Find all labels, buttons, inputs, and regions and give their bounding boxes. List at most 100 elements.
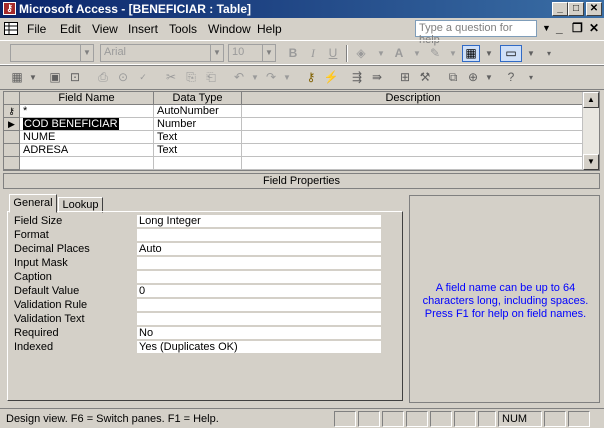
table-window-icon[interactable]: [4, 22, 20, 36]
data-type-cell[interactable]: [154, 157, 242, 170]
field-name-cell[interactable]: ADRESA: [20, 144, 154, 157]
description-cell[interactable]: [242, 105, 585, 118]
minimize-icon[interactable]: _: [552, 2, 568, 16]
validation-rule-value[interactable]: [137, 299, 381, 312]
copy-icon[interactable]: ⎘: [182, 69, 200, 86]
redo-dropdown-icon[interactable]: ▼: [278, 69, 296, 86]
data-type-cell[interactable]: AutoNumber: [154, 105, 242, 118]
description-cell[interactable]: [242, 131, 585, 144]
required-value[interactable]: No: [137, 327, 381, 340]
vertical-scrollbar[interactable]: ▲ ▼: [582, 92, 599, 170]
description-cell[interactable]: [242, 157, 585, 170]
doc-restore-icon[interactable]: ❐: [572, 21, 583, 35]
current-row-arrow-icon[interactable]: ▶: [4, 118, 20, 131]
column-header-description[interactable]: Description: [242, 92, 585, 105]
help-text: A field name can be up to 64 characters …: [422, 282, 589, 320]
special-effect-icon[interactable]: ▭: [500, 45, 522, 62]
indexes-icon[interactable]: ⚡: [322, 69, 340, 86]
view-dropdown-icon[interactable]: ▼: [24, 69, 42, 86]
menu-edit[interactable]: Edit: [60, 22, 81, 36]
underline-button[interactable]: U: [324, 45, 342, 62]
help-icon[interactable]: ?: [502, 69, 520, 86]
selected-field-name[interactable]: COD BENEFICIAR: [23, 118, 119, 130]
formatting-toolbar: ▼ Arial ▼ 10 ▼ B I U ◈ ▼ A ▼ ✎ ▼ ▦ ▼ ▭ ▼ ▾: [0, 40, 604, 66]
column-header-data-type[interactable]: Data Type: [154, 92, 242, 105]
data-type-cell[interactable]: Number: [154, 118, 242, 131]
italic-button[interactable]: I: [304, 45, 322, 62]
field-size-value[interactable]: Long Integer: [137, 215, 381, 228]
default-value-value[interactable]: 0: [137, 285, 381, 298]
primary-key-icon[interactable]: ⚷: [302, 69, 320, 86]
special-effect-dropdown-icon[interactable]: ▼: [522, 45, 540, 62]
property-label: Decimal Places: [14, 243, 90, 255]
menu-insert[interactable]: Insert: [128, 22, 158, 36]
toolbar-options-icon[interactable]: ▾: [540, 45, 558, 62]
paste-icon[interactable]: ⎗: [202, 69, 220, 86]
data-type-cell[interactable]: Text: [154, 131, 242, 144]
menu-file[interactable]: File: [27, 22, 46, 36]
row-selector[interactable]: [4, 157, 20, 170]
cut-icon[interactable]: ✂: [162, 69, 180, 86]
status-pane: [568, 411, 590, 427]
caption-value[interactable]: [137, 271, 381, 284]
menu-help[interactable]: Help: [257, 22, 282, 36]
description-cell[interactable]: [242, 144, 585, 157]
indexed-value[interactable]: Yes (Duplicates OK): [137, 341, 381, 354]
field-name-cell[interactable]: NUME: [20, 131, 154, 144]
menu-tools[interactable]: Tools: [169, 22, 197, 36]
scroll-up-icon[interactable]: ▲: [583, 92, 599, 108]
gridlines-dropdown-icon[interactable]: ▼: [480, 45, 498, 62]
font-color-dropdown-icon[interactable]: ▼: [408, 45, 426, 62]
access-key-icon[interactable]: ⚷: [3, 2, 16, 15]
insert-rows-icon[interactable]: ⇶: [348, 69, 366, 86]
fill-color-icon[interactable]: ◈: [352, 45, 370, 62]
new-object-dropdown-icon[interactable]: ▼: [480, 69, 498, 86]
field-name-cell[interactable]: [20, 157, 154, 170]
gridlines-icon[interactable]: ▦: [462, 45, 480, 62]
field-name-cell[interactable]: COD BENEFICIAR: [20, 118, 154, 131]
font-color-icon[interactable]: A: [390, 45, 408, 62]
save-icon[interactable]: ▣: [46, 69, 64, 86]
primary-key-row-icon[interactable]: ⚷: [4, 105, 20, 118]
file-search-icon[interactable]: ⊡: [66, 69, 84, 86]
column-header-field-name[interactable]: Field Name: [20, 92, 154, 105]
row-selector[interactable]: [4, 131, 20, 144]
font-name-combo[interactable]: Arial ▼: [100, 44, 224, 62]
font-size-combo[interactable]: 10 ▼: [228, 44, 276, 62]
print-icon[interactable]: ⎙: [94, 69, 112, 86]
field-name-cell[interactable]: *: [20, 105, 154, 118]
doc-close-icon[interactable]: ✕: [589, 21, 599, 35]
row-selector[interactable]: [4, 144, 20, 157]
ask-question-input[interactable]: Type a question for help: [415, 20, 537, 46]
doc-minimize-icon[interactable]: _: [556, 21, 563, 35]
build-icon[interactable]: ⚒: [416, 69, 434, 86]
table-design-grid: Field Name Data Type Description ⚷ * Aut…: [3, 91, 600, 171]
format-value[interactable]: [137, 229, 381, 242]
menu-window[interactable]: Window: [208, 22, 251, 36]
description-cell[interactable]: [242, 118, 585, 131]
database-window-icon[interactable]: ⧉: [444, 69, 462, 86]
tab-general[interactable]: General: [9, 194, 57, 213]
line-color-icon[interactable]: ✎: [426, 45, 444, 62]
scroll-down-icon[interactable]: ▼: [583, 154, 599, 170]
data-type-cell[interactable]: Text: [154, 144, 242, 157]
object-combo[interactable]: ▼: [10, 44, 94, 62]
status-bar: Design view. F6 = Switch panes. F1 = Hel…: [0, 408, 604, 428]
decimal-places-value[interactable]: Auto: [137, 243, 381, 256]
print-preview-icon[interactable]: ⊙: [114, 69, 132, 86]
help-dropdown-icon[interactable]: ▾: [522, 69, 540, 86]
menu-view[interactable]: View: [92, 22, 118, 36]
input-mask-value[interactable]: [137, 257, 381, 270]
delete-rows-icon[interactable]: ⇛: [368, 69, 386, 86]
fill-color-dropdown-icon[interactable]: ▼: [372, 45, 390, 62]
ask-dropdown-icon[interactable]: ▼: [542, 23, 551, 33]
close-icon[interactable]: ✕: [586, 2, 602, 16]
status-pane: [382, 411, 404, 427]
spelling-icon[interactable]: ✓: [134, 69, 152, 86]
line-color-dropdown-icon[interactable]: ▼: [444, 45, 462, 62]
bold-button[interactable]: B: [284, 45, 302, 62]
property-label: Validation Text: [14, 313, 85, 325]
properties-icon[interactable]: ⊞: [396, 69, 414, 86]
validation-text-value[interactable]: [137, 313, 381, 326]
maximize-icon[interactable]: □: [568, 2, 584, 16]
